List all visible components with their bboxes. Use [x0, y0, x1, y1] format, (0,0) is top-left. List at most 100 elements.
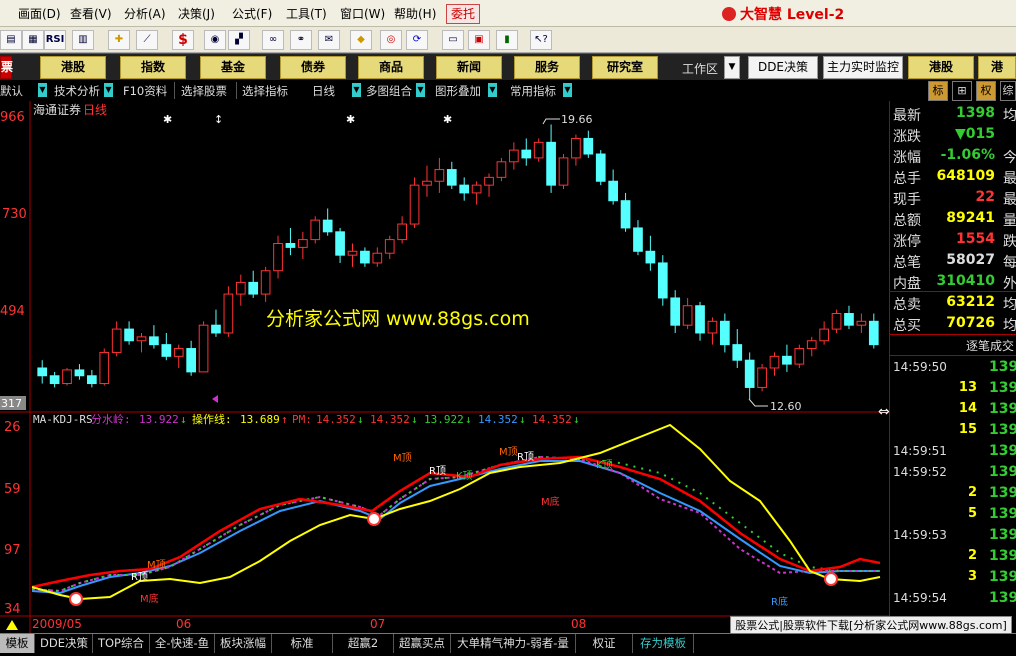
quote-label: 涨停 [893, 234, 921, 250]
chat-icon[interactable]: ✉ [318, 30, 340, 50]
layout-button[interactable]: ⊞ [952, 81, 972, 101]
menu-item-formula[interactable]: 公式(F) [232, 5, 272, 22]
books-icon[interactable]: ▮ [496, 30, 518, 50]
nav-band: 票 港股 指数 基金 债券 商品 新闻 服务 研究室 工作区 ▼ DDE决策 主… [0, 53, 1016, 81]
trade-volume: 14 [958, 401, 977, 416]
candle-body [782, 355, 792, 365]
diamond-icon[interactable]: ◆ [350, 30, 372, 50]
indicator-value: 14.352 [532, 413, 572, 426]
quote-row: 涨停 1554 跌 [890, 229, 1016, 250]
indicator-arrow: ↓ [573, 413, 580, 426]
event-marker-icon: ✱ [346, 113, 355, 126]
candle-body [558, 157, 569, 186]
weituo-button[interactable]: 委托 [446, 4, 480, 24]
mark-button[interactable]: 标 [928, 81, 948, 101]
nav-research[interactable]: 研究室 [592, 56, 658, 79]
pattern-icon[interactable]: ▞ [228, 30, 250, 50]
subbar-technical[interactable]: 技术分析 [54, 83, 100, 99]
money-icon[interactable]: $ [172, 30, 194, 50]
candle-body [769, 355, 780, 369]
subbar-multi-chart[interactable]: 多图组合 [366, 83, 412, 99]
dropdown-arrow-icon[interactable]: ▼ [352, 83, 361, 97]
tab-top[interactable]: TOP综合 [93, 634, 150, 653]
nav-commodity[interactable]: 商品 [358, 56, 424, 79]
subbar-default[interactable]: 默认 [0, 83, 23, 99]
print-icon[interactable]: ▤ [0, 30, 22, 50]
nav-index[interactable]: 指数 [120, 56, 186, 79]
smiley-icon [824, 572, 838, 586]
resize-handle-icon[interactable]: ⇔ [878, 404, 889, 420]
ruler-icon[interactable]: ⟋ [136, 30, 158, 50]
trade-row: 14:59:53 139 [890, 525, 1016, 546]
workspace-dropdown-icon[interactable]: ▼ [724, 56, 740, 79]
high-label: 19.66 [561, 113, 593, 126]
tab-warrant[interactable]: 权证 [576, 634, 633, 653]
candle-body [682, 305, 693, 326]
menu-item-analysis[interactable]: 分析(A) [124, 5, 166, 22]
tab-template[interactable]: 模板 [0, 634, 35, 653]
subbar-common-indicators[interactable]: 常用指标 [510, 83, 556, 99]
nav-hk-2[interactable]: 港 [978, 56, 1016, 79]
price-tick-label: 966 [0, 110, 25, 125]
menu-item-view[interactable]: 查看(V) [70, 5, 112, 22]
subbar-select-indicator[interactable]: 选择指标 [242, 83, 288, 99]
dropdown-arrow-icon[interactable]: ▼ [488, 83, 497, 97]
candle-body [347, 250, 358, 256]
tab-dde[interactable]: DDE决策 [36, 634, 93, 653]
nav-monitor[interactable]: 主力实时监控 [823, 56, 903, 79]
tab-big-order[interactable]: 大单精气神力-弱者-量 [451, 634, 576, 653]
quote-value: 70726 [946, 315, 995, 331]
nav-dde[interactable]: DDE决策 [748, 56, 818, 79]
summary-button[interactable]: 综 [1000, 81, 1016, 101]
subbar-overlay[interactable]: 图形叠加 [435, 83, 481, 99]
subbar-f10[interactable]: F10资料 [123, 83, 167, 99]
pad-icon[interactable]: ▭ [442, 30, 464, 50]
stock-chart[interactable]: 966 730 494 317 26 59 97 34 2009/05 06 0… [0, 101, 889, 633]
target-icon[interactable]: ◎ [380, 30, 402, 50]
subbar-select-stock[interactable]: 选择股票 [181, 83, 227, 99]
binoculars-icon[interactable]: ∞ [262, 30, 284, 50]
link-icon[interactable]: ⚭ [290, 30, 312, 50]
f10-icon[interactable]: ◉ [204, 30, 226, 50]
move-icon[interactable]: ✚ [108, 30, 130, 50]
subbar-daily[interactable]: 日线 [312, 83, 335, 99]
refresh-icon[interactable]: ⟳ [406, 30, 428, 50]
nav-stub[interactable]: 票 [0, 56, 13, 79]
menu-item-screen[interactable]: 画面(D) [18, 5, 61, 22]
low-label: 12.60 [770, 400, 802, 413]
nav-bond[interactable]: 债券 [280, 56, 346, 79]
candle-body [471, 184, 482, 194]
menu-item-decision[interactable]: 决策(J) [178, 5, 215, 22]
pointer-help-icon[interactable]: ↖? [530, 30, 552, 50]
rsi-icon[interactable]: RSI [44, 30, 66, 50]
nav-hk-stocks[interactable]: 港股 [40, 56, 106, 79]
brand-logo: 大智慧 Level-2 [722, 4, 844, 24]
menu-item-tools[interactable]: 工具(T) [286, 5, 327, 22]
quote-row: 涨幅 -1.06% 今 [890, 145, 1016, 166]
nav-news[interactable]: 新闻 [436, 56, 502, 79]
rights-button[interactable]: 权 [976, 81, 996, 101]
dropdown-arrow-icon[interactable]: ▼ [416, 83, 425, 97]
candle-body [831, 313, 842, 330]
tab-sector[interactable]: 板块涨幅 [215, 634, 272, 653]
grid-icon[interactable]: ▥ [72, 30, 94, 50]
menu-item-help[interactable]: 帮助(H) [394, 5, 436, 22]
nav-service[interactable]: 服务 [514, 56, 580, 79]
panel-icon[interactable]: ▣ [468, 30, 490, 50]
dropdown-arrow-icon[interactable]: ▼ [563, 83, 572, 97]
dropdown-arrow-icon[interactable]: ▼ [104, 83, 113, 97]
tab-quick[interactable]: 全-快速-鱼 [150, 634, 215, 653]
annotation-label: M底 [140, 592, 159, 605]
tab-super2[interactable]: 超赢2 [333, 634, 394, 653]
nav-fund[interactable]: 基金 [200, 56, 266, 79]
candle-body [856, 320, 867, 326]
nav-hk[interactable]: 港股 [908, 56, 974, 79]
tab-standard[interactable]: 标准 [272, 634, 333, 653]
quote-icon[interactable]: ▦ [22, 30, 44, 50]
menu-item-window[interactable]: 窗口(W) [340, 5, 385, 22]
trade-volume: 5 [967, 506, 977, 521]
tab-buy-point[interactable]: 超赢买点 [394, 634, 451, 653]
dropdown-arrow-icon[interactable]: ▼ [38, 83, 47, 97]
chart-background [0, 101, 889, 633]
tab-save-template[interactable]: 存为模板 [633, 634, 694, 653]
